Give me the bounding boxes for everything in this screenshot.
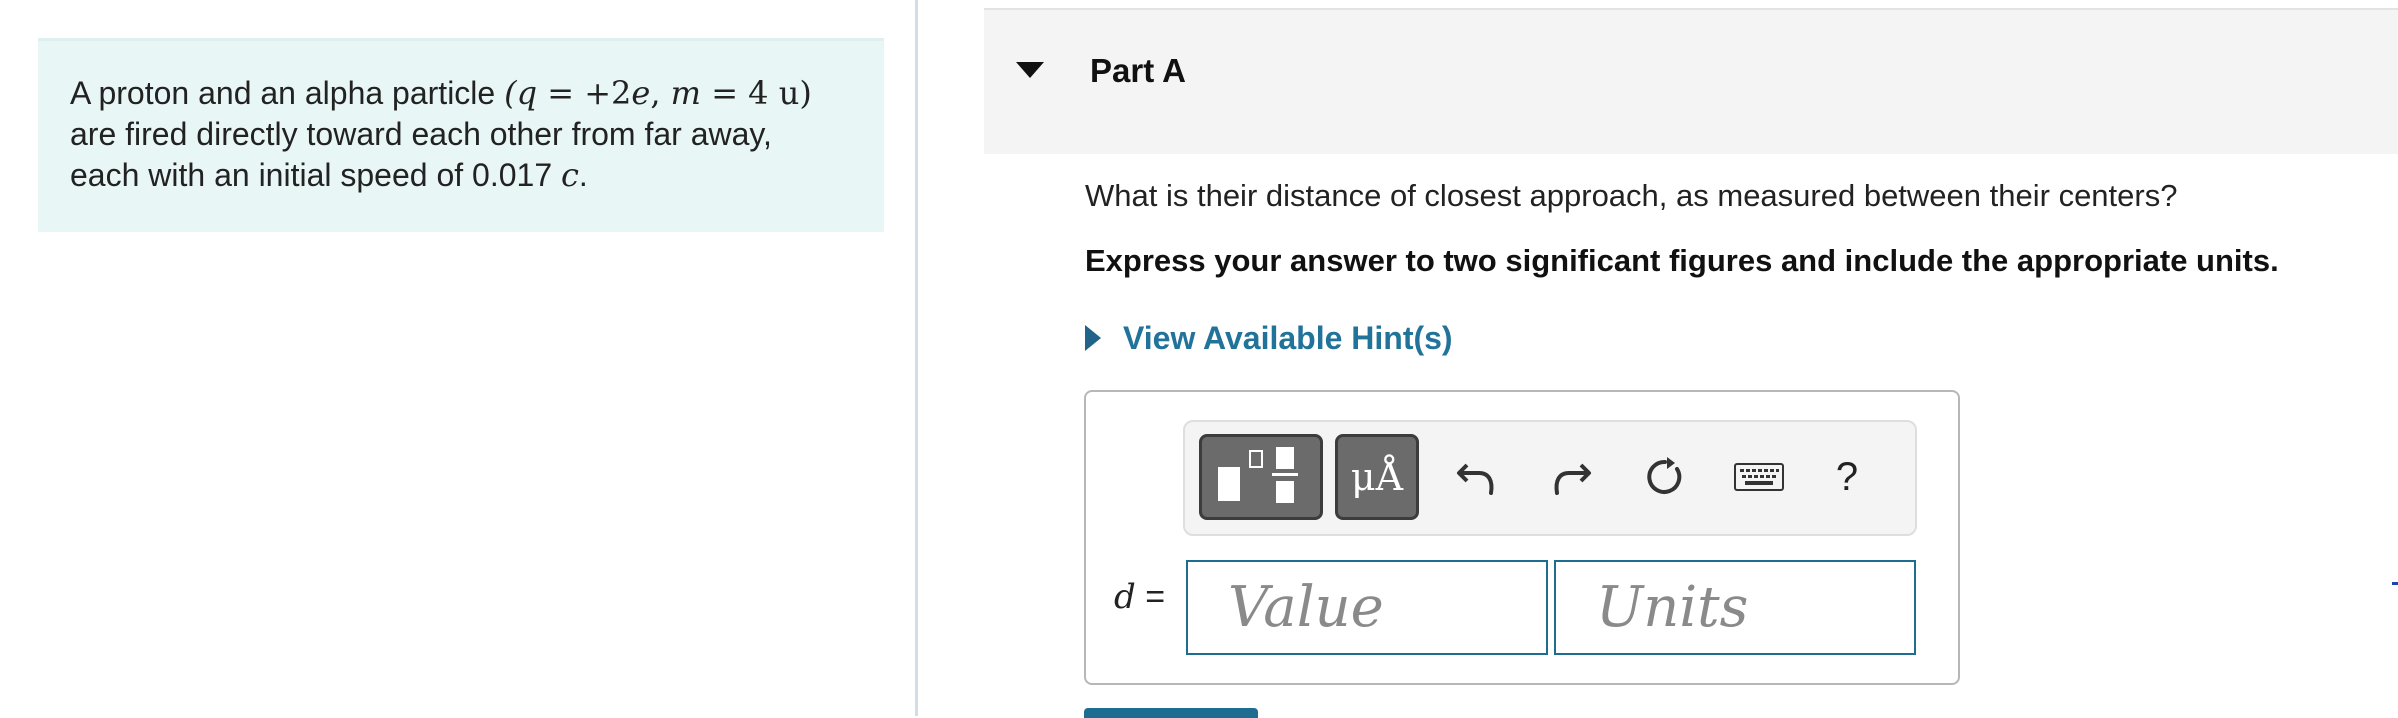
submit-button[interactable] bbox=[1084, 708, 1258, 718]
templates-button[interactable] bbox=[1199, 434, 1323, 520]
problem-line-3: each with an initial speed of 0.017 c. bbox=[70, 156, 588, 194]
edge-marker bbox=[2392, 582, 2398, 585]
problem-line-2: are fired directly toward each other fro… bbox=[70, 116, 772, 152]
keyboard-icon bbox=[1734, 463, 1784, 491]
problem-line-1: A proton and an alpha particle (q = +2e,… bbox=[70, 74, 812, 112]
collapse-caret-icon[interactable] bbox=[1016, 62, 1044, 78]
undo-button[interactable] bbox=[1447, 444, 1507, 510]
math-toolbar: μÅ ? bbox=[1183, 420, 1917, 536]
templates-icon bbox=[1218, 447, 1298, 503]
problem-statement: A proton and an alpha particle (q = +2e,… bbox=[38, 38, 884, 232]
help-button[interactable]: ? bbox=[1825, 444, 1869, 510]
help-icon: ? bbox=[1835, 454, 1859, 499]
keyboard-button[interactable] bbox=[1729, 444, 1789, 510]
view-hints-toggle[interactable]: View Available Hint(s) bbox=[1085, 316, 1453, 360]
units-icon: μÅ bbox=[1350, 455, 1404, 499]
part-title: Part A bbox=[1090, 52, 1186, 89]
pane-divider bbox=[915, 0, 918, 716]
redo-icon bbox=[1554, 463, 1591, 495]
answer-panel: μÅ ? d = Value Units bbox=[1084, 390, 1960, 685]
reset-icon bbox=[1647, 457, 1682, 494]
units-button[interactable]: μÅ bbox=[1335, 434, 1419, 520]
reset-button[interactable] bbox=[1635, 444, 1695, 510]
units-input[interactable] bbox=[1554, 560, 1916, 655]
instruction-text: Express your answer to two significant f… bbox=[1085, 243, 2279, 278]
answer-variable-label: d = bbox=[1114, 577, 1166, 617]
question-text: What is their distance of closest approa… bbox=[1085, 178, 2178, 213]
redo-button[interactable] bbox=[1541, 444, 1601, 510]
value-input[interactable] bbox=[1186, 560, 1548, 655]
part-a-header[interactable]: Part A bbox=[984, 8, 2398, 154]
expand-caret-icon bbox=[1085, 325, 1101, 351]
view-hints-link[interactable]: View Available Hint(s) bbox=[1123, 320, 1453, 357]
problem-pane: A proton and an alpha particle (q = +2e,… bbox=[0, 0, 916, 716]
undo-icon bbox=[1457, 463, 1494, 495]
